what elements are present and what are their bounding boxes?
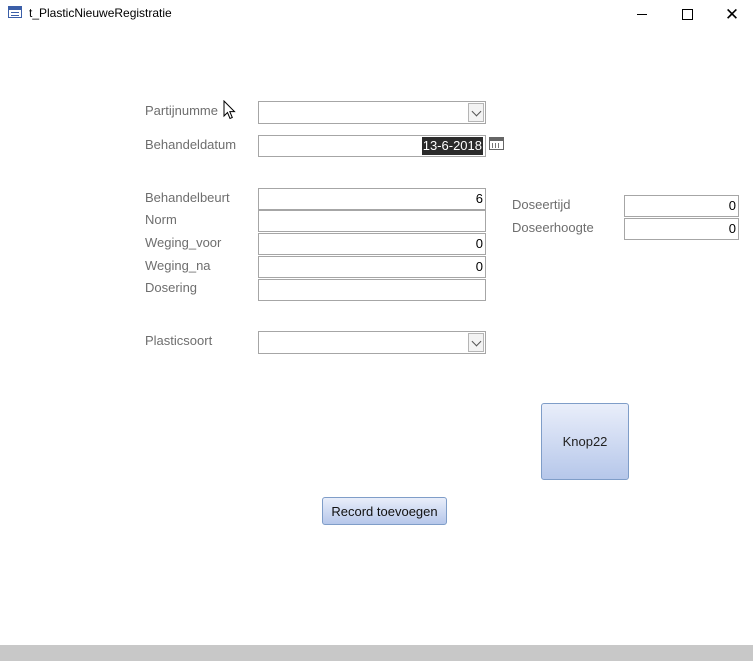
plasticsoort-dropdown-button[interactable] bbox=[468, 333, 484, 352]
doseerhoogte-value: 0 bbox=[728, 221, 736, 236]
weging-na-label: Weging_na bbox=[145, 258, 211, 273]
doseerhoogte-field[interactable]: 0 bbox=[624, 218, 739, 240]
weging-na-field[interactable]: 0 bbox=[258, 256, 486, 278]
doseertijd-label: Doseertijd bbox=[512, 197, 571, 212]
plasticsoort-label: Plasticsoort bbox=[145, 333, 213, 348]
doseertijd-value: 0 bbox=[728, 198, 736, 213]
partijnummer-combobox[interactable] bbox=[258, 101, 486, 124]
knop22-label: Knop22 bbox=[562, 434, 608, 449]
knop22-button[interactable]: Knop22 bbox=[541, 403, 629, 480]
close-button[interactable]: ✕ bbox=[709, 0, 753, 28]
chevron-down-icon bbox=[471, 336, 481, 346]
title-bar: t_PlasticNieuweRegistratie ✕ bbox=[0, 0, 753, 28]
doseerhoogte-label: Doseerhoogte bbox=[512, 220, 594, 235]
maximize-button[interactable] bbox=[664, 0, 710, 28]
weging-voor-field[interactable]: 0 bbox=[258, 233, 486, 255]
record-toevoegen-button[interactable]: Record toevoegen bbox=[322, 497, 447, 525]
mouse-cursor-icon bbox=[223, 100, 236, 120]
partijnummer-dropdown-button[interactable] bbox=[468, 103, 484, 122]
dosering-label: Dosering bbox=[145, 280, 198, 295]
weging-voor-value: 0 bbox=[475, 236, 483, 251]
behandelbeurt-label: Behandelbeurt bbox=[145, 190, 230, 205]
chevron-down-icon bbox=[471, 106, 481, 116]
behandeldatum-value: 13-6-2018 bbox=[421, 137, 483, 155]
behandelbeurt-value: 6 bbox=[475, 191, 483, 206]
record-toevoegen-label: Record toevoegen bbox=[331, 503, 438, 519]
doseertijd-field[interactable]: 0 bbox=[624, 195, 739, 217]
dosering-field[interactable] bbox=[258, 279, 486, 301]
close-icon: ✕ bbox=[724, 4, 740, 24]
behandeldatum-field[interactable]: 13-6-2018 bbox=[258, 135, 486, 157]
calendar-icon[interactable] bbox=[489, 137, 504, 150]
behandeldatum-label: Behandeldatum bbox=[145, 137, 237, 152]
norm-field[interactable] bbox=[258, 210, 486, 232]
plasticsoort-combobox[interactable] bbox=[258, 331, 486, 354]
window-title: t_PlasticNieuweRegistratie bbox=[29, 6, 172, 20]
norm-label: Norm bbox=[145, 212, 177, 227]
form-icon bbox=[8, 6, 22, 18]
status-bar bbox=[0, 645, 753, 661]
partijnummer-label: Partijnumme bbox=[145, 103, 218, 118]
minimize-icon bbox=[637, 13, 647, 15]
behandelbeurt-field[interactable]: 6 bbox=[258, 188, 486, 210]
maximize-icon bbox=[681, 8, 693, 20]
weging-voor-label: Weging_voor bbox=[145, 235, 222, 250]
weging-na-value: 0 bbox=[475, 259, 483, 274]
minimize-button[interactable] bbox=[619, 0, 665, 28]
